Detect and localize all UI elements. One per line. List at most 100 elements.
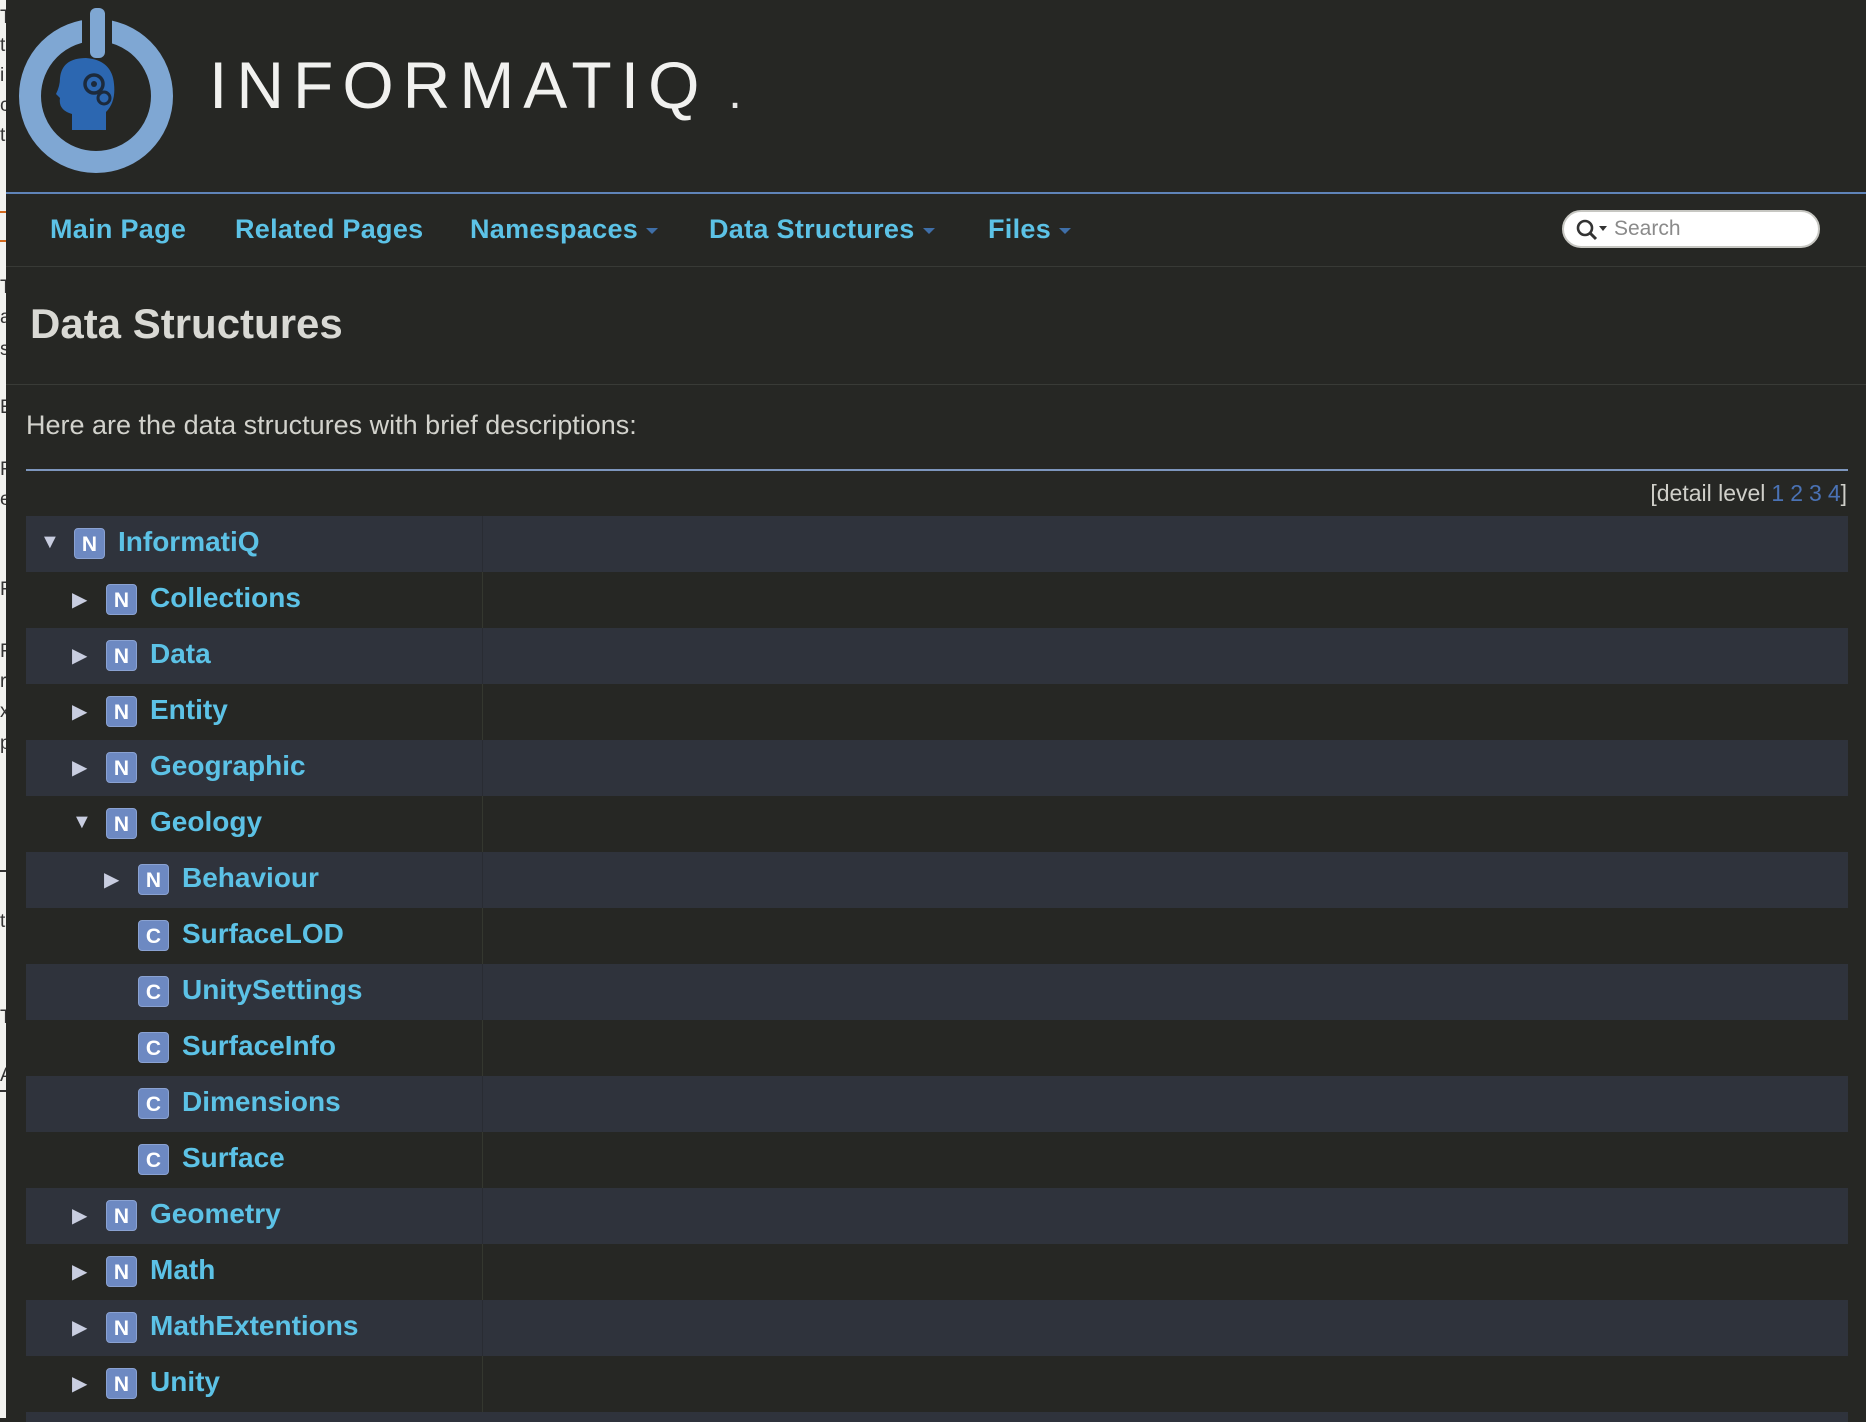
brain-gears-logo-icon xyxy=(19,6,173,173)
intro-text: Here are the data structures with brief … xyxy=(26,410,637,440)
namespace-badge-icon: N xyxy=(106,808,137,839)
nav-label: Data Structures xyxy=(709,214,915,244)
triangle-right-icon[interactable]: ▶ xyxy=(72,643,87,668)
namespace-badge-icon: N xyxy=(106,1368,137,1399)
nav-related-pages[interactable]: Related Pages xyxy=(235,214,423,245)
tree-row: ▶ N MathExtentions xyxy=(26,1300,1848,1356)
tree-row: ▶ N Math xyxy=(26,1244,1848,1300)
description-column-divider xyxy=(482,572,483,628)
tree-row: C UnitySettings xyxy=(26,964,1848,1020)
search-box[interactable] xyxy=(1562,210,1820,248)
description-column-divider xyxy=(482,628,483,684)
tree-item-link[interactable]: Collections xyxy=(150,582,301,614)
description-column-divider xyxy=(482,684,483,740)
structure-tree: ▼ N InformatiQ ▶ N Collections ▶ N Data ▶ N Entity ▶… xyxy=(26,516,1848,1422)
tree-row: ▼ N Geology xyxy=(26,796,1848,852)
class-badge-icon: C xyxy=(138,976,169,1007)
triangle-right-icon[interactable]: ▶ xyxy=(72,755,87,780)
class-badge-icon: C xyxy=(138,1088,169,1119)
main-nav: Main Page Related Pages Namespaces Data … xyxy=(6,194,1866,267)
nav-label: Namespaces xyxy=(470,214,639,244)
description-column-divider xyxy=(482,852,483,908)
description-column-divider xyxy=(482,1020,483,1076)
tree-row: C SurfaceLOD xyxy=(26,908,1848,964)
tree-item-link[interactable]: Behaviour xyxy=(182,862,319,894)
tree-row: ▶ N Geographic xyxy=(26,740,1848,796)
namespace-badge-icon: N xyxy=(138,864,169,895)
detail-level-4[interactable]: 4 xyxy=(1828,480,1841,506)
detail-level-3[interactable]: 3 xyxy=(1809,480,1822,506)
tree-row: ▼ N InformatiQ xyxy=(26,516,1848,572)
site-header: INFORMATIQ. xyxy=(6,0,1866,194)
triangle-right-icon[interactable]: ▶ xyxy=(72,1371,87,1396)
tree-item-link[interactable]: UnitySettings xyxy=(182,974,362,1006)
nav-label: Main Page xyxy=(50,214,187,244)
detail-level-close: ] xyxy=(1840,480,1847,506)
namespace-badge-icon: N xyxy=(106,1312,137,1343)
brand-dot: . xyxy=(728,66,751,119)
triangle-down-icon[interactable]: ▼ xyxy=(72,811,92,834)
search-input[interactable] xyxy=(1614,216,1804,242)
namespace-badge-icon: N xyxy=(106,696,137,727)
doxygen-page: INFORMATIQ. Main Page Related Pages Name… xyxy=(6,0,1866,1422)
triangle-right-icon[interactable]: ▶ xyxy=(72,587,87,612)
tree-item-link[interactable]: SurfaceInfo xyxy=(182,1030,336,1062)
namespace-badge-icon: N xyxy=(106,584,137,615)
description-column-divider xyxy=(482,908,483,964)
description-column-divider xyxy=(482,1132,483,1188)
detail-level-label: [detail level xyxy=(1650,480,1766,506)
tree-row-partial xyxy=(26,1412,1848,1422)
tree-item-link[interactable]: SurfaceLOD xyxy=(182,918,344,950)
nav-main-page[interactable]: Main Page xyxy=(50,214,186,245)
detail-level-selector: [detail level 1 2 3 4] xyxy=(1650,480,1847,507)
triangle-right-icon[interactable]: ▶ xyxy=(104,867,119,892)
description-column-divider xyxy=(482,740,483,796)
tree-item-link[interactable]: Geometry xyxy=(150,1198,281,1230)
dropdown-caret-icon xyxy=(646,227,659,234)
nav-label: Files xyxy=(988,214,1052,244)
triangle-right-icon[interactable]: ▶ xyxy=(72,1203,87,1228)
dropdown-caret-icon xyxy=(1059,227,1072,234)
tree-row: ▶ N Behaviour xyxy=(26,852,1848,908)
tree-item-link[interactable]: Unity xyxy=(150,1366,220,1398)
tree-row: ▶ N Data xyxy=(26,628,1848,684)
tree-item-link[interactable]: Dimensions xyxy=(182,1086,341,1118)
detail-level-1[interactable]: 1 xyxy=(1771,480,1784,506)
nav-files[interactable]: Files xyxy=(988,214,1072,245)
tree-row: ▶ N Collections xyxy=(26,572,1848,628)
triangle-right-icon[interactable]: ▶ xyxy=(72,1315,87,1340)
description-column-divider xyxy=(482,796,483,852)
tree-item-link[interactable]: Geographic xyxy=(150,750,306,782)
brand-name: INFORMATIQ xyxy=(209,48,709,122)
brand-wordmark: INFORMATIQ. xyxy=(209,52,751,118)
namespace-badge-icon: N xyxy=(74,528,105,559)
tree-row: C Dimensions xyxy=(26,1076,1848,1132)
title-area: Data Structures xyxy=(6,267,1866,385)
description-column-divider xyxy=(482,1244,483,1300)
search-icon[interactable] xyxy=(1576,219,1610,241)
class-badge-icon: C xyxy=(138,920,169,951)
triangle-right-icon[interactable]: ▶ xyxy=(72,1259,87,1284)
namespace-badge-icon: N xyxy=(106,752,137,783)
page-title: Data Structures xyxy=(30,300,343,347)
namespace-badge-icon: N xyxy=(106,1200,137,1231)
tree-item-link[interactable]: Data xyxy=(150,638,211,670)
nav-data-structures[interactable]: Data Structures xyxy=(709,214,935,245)
tree-item-link[interactable]: Geology xyxy=(150,806,262,838)
description-column-divider xyxy=(482,1300,483,1356)
tree-item-link[interactable]: Entity xyxy=(150,694,228,726)
namespace-badge-icon: N xyxy=(106,640,137,671)
triangle-down-icon[interactable]: ▼ xyxy=(40,531,60,554)
tree-row: ▶ N Geometry xyxy=(26,1188,1848,1244)
tree-item-link[interactable]: Math xyxy=(150,1254,215,1286)
tree-item-link[interactable]: Surface xyxy=(182,1142,285,1174)
triangle-right-icon[interactable]: ▶ xyxy=(72,699,87,724)
tree-item-link[interactable]: MathExtentions xyxy=(150,1310,358,1342)
description-column-divider xyxy=(482,964,483,1020)
class-badge-icon: C xyxy=(138,1032,169,1063)
tree-row: C Surface xyxy=(26,1132,1848,1188)
tree-item-link[interactable]: InformatiQ xyxy=(118,526,260,558)
divider xyxy=(26,469,1848,471)
nav-namespaces[interactable]: Namespaces xyxy=(470,214,659,245)
detail-level-2[interactable]: 2 xyxy=(1790,480,1803,506)
